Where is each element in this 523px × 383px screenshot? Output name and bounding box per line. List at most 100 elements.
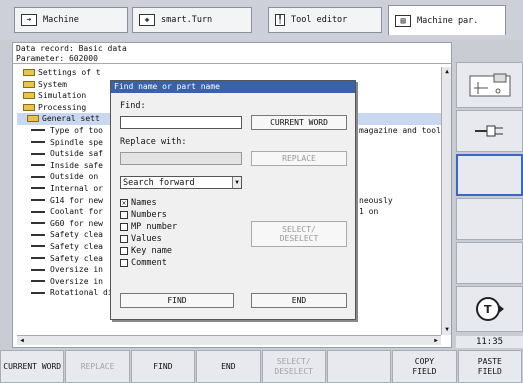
parameter-table-icon: ▤	[395, 14, 411, 27]
tree-row-label: Processing	[38, 102, 87, 112]
arrow-right-icon: ➔	[21, 14, 37, 26]
softkey-paste-field[interactable]: PASTE FIELD	[457, 350, 522, 383]
tree-row-label: Inside safe	[50, 160, 103, 170]
search-direction-value: Search forward	[123, 178, 195, 188]
checkbox-label: Comment	[131, 258, 167, 268]
machine-config-icon	[469, 73, 510, 97]
dialog-title: Find name or part name	[111, 81, 355, 93]
checkbox-box[interactable]: ✕	[120, 199, 128, 207]
tree-row-value: neously	[359, 195, 393, 205]
checkbox-mp-number[interactable]: MP number	[120, 221, 240, 233]
parameter-icon	[31, 233, 45, 236]
checkbox-box[interactable]	[120, 247, 128, 255]
parameter-icon	[31, 175, 45, 178]
tree-row-label: G60 for new	[50, 218, 103, 228]
softkey-bar: CURRENT WORD REPLACE FIND END SELECT/ DESELE…	[0, 350, 523, 383]
tab-bar: ➔ Machine ◈ smart.Turn ╿ Tool editor ▤ M…	[0, 0, 523, 40]
tree-row-label: System	[38, 79, 67, 89]
select-deselect-button[interactable]: SELECT/ DESELECT	[251, 221, 347, 247]
side-key-connector[interactable]	[456, 110, 523, 152]
find-dialog: Find name or part name Find: CURRENT WOR…	[110, 80, 356, 320]
softkey-end[interactable]: END	[196, 350, 261, 383]
find-label: Find:	[120, 101, 146, 111]
checkbox-box[interactable]	[120, 259, 128, 267]
parameter-icon	[31, 245, 45, 248]
end-button[interactable]: END	[251, 293, 347, 308]
tree-row-label: Outside saf	[50, 149, 103, 159]
tab-smart-turn[interactable]: ◈ smart.Turn	[132, 7, 252, 33]
checkbox-label: MP number	[131, 222, 178, 232]
checkbox-box[interactable]	[120, 223, 128, 231]
current-word-button[interactable]: CURRENT WORD	[251, 115, 347, 130]
side-key-tool-turret[interactable]: T	[456, 286, 523, 332]
parameter-icon	[31, 164, 45, 167]
chevron-down-icon: ▼	[232, 177, 241, 188]
scroll-left-icon[interactable]: ◀	[17, 336, 27, 346]
parameter-label: Parameter: 602000	[13, 53, 451, 64]
tab-label: Tool editor	[291, 15, 348, 25]
tree-row-value: magazine and tool	[359, 125, 441, 135]
svg-text:T: T	[484, 303, 492, 316]
checkbox-box[interactable]	[120, 211, 128, 219]
tree-row-label: Outside on	[50, 172, 99, 182]
tree-row-label: G14 for new	[50, 195, 103, 205]
checkbox-key-name[interactable]: Key name	[120, 245, 240, 257]
tree-row-label: Spindle spe	[50, 137, 103, 147]
side-key-5[interactable]	[456, 242, 523, 284]
parameter-icon	[31, 210, 45, 213]
parameter-icon	[31, 257, 45, 259]
clock: 11:35	[456, 336, 523, 348]
scroll-right-icon[interactable]: ▶	[431, 336, 441, 346]
parameter-icon	[31, 222, 45, 225]
checkbox-label: Key name	[131, 246, 172, 256]
scroll-up-icon[interactable]: ▲	[442, 67, 452, 77]
parameter-icon	[31, 199, 45, 202]
checkbox-comment[interactable]: Comment	[120, 257, 240, 269]
side-key-3[interactable]	[456, 154, 523, 196]
tree-row-label: Coolant for	[50, 207, 103, 217]
parameter-icon	[31, 129, 45, 132]
tree-row-label: Safety clea	[50, 253, 103, 263]
tab-label: smart.Turn	[161, 15, 213, 25]
vertical-scrollbar[interactable]: ▲ ▼	[441, 67, 451, 335]
tree-row-label: Safety clea	[50, 241, 103, 251]
tree-row-label: General sett	[42, 114, 100, 124]
replace-button[interactable]: REPLACE	[251, 151, 347, 166]
replace-label: Replace with:	[120, 137, 187, 147]
tree-row-label: Oversize in	[50, 265, 103, 275]
tree-row-label: Simulation	[38, 91, 87, 101]
softkey-current-word[interactable]: CURRENT WORD	[0, 350, 65, 383]
horizontal-scrollbar[interactable]: ◀ ▶	[17, 335, 441, 345]
tree-row-label: Type of too	[50, 125, 103, 135]
checkbox-names[interactable]: ✕ Names	[120, 197, 240, 209]
tree-row[interactable]: Settings of t	[17, 67, 441, 79]
parameter-icon	[31, 280, 45, 283]
softkey-select-deselect[interactable]: SELECT/ DESELECT	[261, 350, 326, 383]
replace-input[interactable]	[120, 152, 242, 165]
find-input[interactable]	[120, 116, 242, 129]
tab-machine[interactable]: ➔ Machine	[14, 7, 128, 33]
softkey-copy-field[interactable]: COPY FIELD	[392, 350, 457, 383]
find-button[interactable]: FIND	[120, 293, 234, 308]
tool-holder-icon: ╿	[275, 14, 285, 26]
checkbox-numbers[interactable]: Numbers	[120, 209, 240, 221]
search-direction-select[interactable]: Search forward ▼	[120, 176, 242, 189]
side-key-4[interactable]	[456, 198, 523, 240]
tab-label: Machine	[43, 15, 79, 25]
parameter-icon	[31, 291, 45, 294]
scroll-down-icon[interactable]: ▼	[442, 325, 452, 335]
diamond-arrow-icon: ◈	[139, 14, 155, 26]
folder-icon	[23, 103, 35, 111]
tab-tool-editor[interactable]: ╿ Tool editor	[268, 7, 382, 33]
folder-icon	[23, 69, 35, 76]
softkey-empty[interactable]	[326, 350, 392, 383]
tree-row-value: 1 on	[359, 207, 379, 217]
checkbox-box[interactable]	[120, 235, 128, 243]
tab-machine-par[interactable]: ▤ Machine par.	[388, 5, 506, 35]
folder-icon	[23, 92, 35, 100]
side-key-machine-config[interactable]	[456, 62, 523, 108]
checkbox-values[interactable]: Values	[120, 233, 240, 245]
parameter-icon	[31, 141, 45, 144]
softkey-find[interactable]: FIND	[130, 350, 196, 383]
softkey-replace[interactable]: REPLACE	[65, 350, 130, 383]
